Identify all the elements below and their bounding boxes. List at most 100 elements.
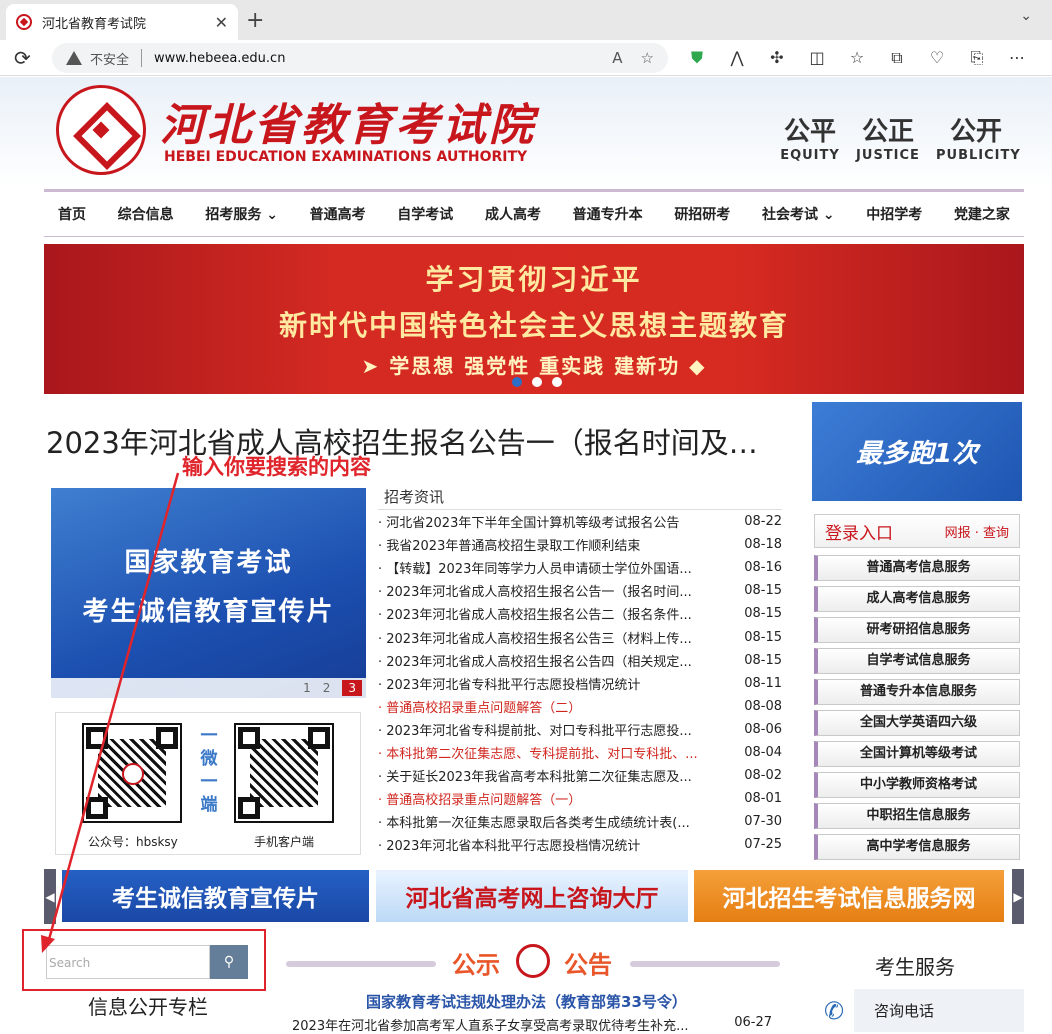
notice-right[interactable]: 公告	[564, 945, 612, 980]
nav-item[interactable]: 普通专升本	[573, 204, 643, 224]
carousel-dot[interactable]	[532, 377, 542, 387]
headline-link[interactable]: 2023年河北省成人高校招生报名公告一（报名时间及…	[46, 420, 776, 462]
hero-banner[interactable]: 学习贯彻习近平 新时代中国特色社会主义思想主题教育 ➤ 学思想 强党性 重实践 …	[44, 244, 1024, 394]
split-screen-icon[interactable]: ◫	[808, 48, 826, 68]
link-integrity-video[interactable]: 考生诚信教育宣传片	[62, 870, 369, 922]
nav-item[interactable]: 普通高考	[310, 204, 366, 224]
last-news-row[interactable]: 2023年在河北省参加高考军人直系子女享受高考录取优待考生补充... 06-27	[292, 1015, 772, 1034]
news-item[interactable]: · 普通高校招录重点问题解答（一） 08-01	[378, 787, 782, 810]
active-tab[interactable]: 河北省教育考试院 ✕	[6, 4, 238, 40]
news-item-title[interactable]: · 普通高校招录重点问题解答（一）	[378, 789, 718, 808]
service-button[interactable]: 普通高考信息服务	[814, 555, 1020, 581]
reload-icon[interactable]: ⟳	[14, 46, 31, 70]
news-item-title[interactable]: · 2023年河北省专科提前批、对口专科批平行志愿投...	[378, 720, 718, 739]
login-entry[interactable]: 登录入口 网报 · 查询	[814, 514, 1020, 548]
news-item-title[interactable]: · 2023年河北省本科批平行志愿投档情况统计	[378, 835, 718, 854]
news-item-title[interactable]: · 2023年河北省成人高校招生报名公告三（材料上传...	[378, 628, 718, 647]
link-consult-hall[interactable]: 河北省高考网上咨询大厅	[376, 870, 688, 922]
service-button[interactable]: 全国大学英语四六级	[814, 710, 1020, 736]
login-title[interactable]: 登录入口	[825, 519, 893, 544]
warning-icon[interactable]	[66, 51, 82, 65]
news-item-title[interactable]: · 普通高校招录重点问题解答（二）	[378, 697, 718, 716]
news-item[interactable]: · 关于延长2023年我省高考本科批第二次征集志愿及... 08-02	[378, 764, 782, 787]
news-item[interactable]: · 本科批第二次征集志愿、专科提前批、对口专科批、... 08-04	[378, 741, 782, 764]
news-item[interactable]: · 我省2023年普通高校招生录取工作顺利结束 08-18	[378, 533, 782, 556]
news-item[interactable]: · 河北省2023年下半年全国计算机等级考试报名公告 08-22	[378, 510, 782, 533]
omnibox[interactable]: 不安全 www.hebeea.edu.cn A ☆	[52, 43, 668, 73]
browser-essentials-icon[interactable]: ♡	[928, 48, 946, 68]
news-item[interactable]: · 2023年河北省专科批平行志愿投档情况统计 08-11	[378, 672, 782, 695]
nav-item[interactable]: 成人高考	[485, 204, 541, 224]
news-item[interactable]: · 2023年河北省成人高校招生报名公告二（报名条件... 08-15	[378, 602, 782, 625]
service-button[interactable]: 研考研招信息服务	[814, 617, 1020, 643]
nav-item[interactable]: 综合信息	[118, 204, 174, 224]
news-item-title[interactable]: · 2023年河北省专科批平行志愿投档情况统计	[378, 674, 718, 693]
share-icon[interactable]: ⎘	[968, 48, 986, 68]
nav-item[interactable]: 中招学考	[866, 204, 922, 224]
news-item[interactable]: · 普通高校招录重点问题解答（二） 08-08	[378, 695, 782, 718]
service-button[interactable]: 成人高考信息服务	[814, 586, 1020, 612]
news-item-title[interactable]: · 本科批第一次征集志愿录取后各类考生成绩统计表(...	[378, 812, 718, 831]
url-text[interactable]: www.hebeea.edu.cn	[154, 51, 594, 66]
collections-icon[interactable]: ⧉	[888, 48, 906, 68]
shield-icon[interactable]: ⛊	[688, 48, 706, 68]
nav-item[interactable]: 研招研考	[674, 204, 730, 224]
service-button[interactable]: 普通专升本信息服务	[814, 679, 1020, 705]
run-once-promo[interactable]: 最多跑1次	[812, 402, 1022, 501]
info-disclosure-title[interactable]: 信息公开专栏	[88, 991, 208, 1020]
news-item-title[interactable]: · 2023年河北省成人高校招生报名公告四（相关规定...	[378, 651, 718, 670]
news-item-title[interactable]: · 2023年河北省成人高校招生报名公告二（报名条件...	[378, 604, 718, 623]
promo-page-active[interactable]: 3	[342, 680, 362, 696]
close-tab-icon[interactable]: ✕	[215, 13, 228, 32]
promo-page[interactable]: 1	[303, 681, 311, 695]
nav-item[interactable]: 自学考试	[397, 204, 453, 224]
search-button[interactable]: ⚲	[210, 945, 248, 979]
news-item-title[interactable]: · 【转载】2023年同等学力人员申请硕士学位外国语...	[378, 558, 718, 577]
news-item-title[interactable]: · 本科批第二次征集志愿、专科提前批、对口专科批、...	[378, 743, 718, 762]
links-prev-icon[interactable]: ◀	[44, 869, 56, 924]
service-button[interactable]: 全国计算机等级考试	[814, 741, 1020, 767]
security-label[interactable]: 不安全	[90, 49, 129, 68]
carousel-dot[interactable]	[512, 377, 522, 387]
promo-page[interactable]: 2	[323, 681, 331, 695]
favorite-star-icon[interactable]: ☆	[641, 49, 654, 67]
news-section-title[interactable]: 招考资讯	[384, 486, 444, 507]
more-icon[interactable]: ⋯	[1008, 48, 1026, 68]
news-item[interactable]: · 2023年河北省成人高校招生报名公告一（报名时间... 08-15	[378, 579, 782, 602]
new-tab-icon[interactable]: +	[246, 8, 264, 33]
last-news-title[interactable]: 2023年在河北省参加高考军人直系子女享受高考录取优待考生补充...	[292, 1015, 688, 1034]
law-link[interactable]: 国家教育考试违规处理办法（教育部第33号令）	[366, 991, 687, 1012]
news-item[interactable]: · 本科批第一次征集志愿录取后各类考生成绩统计表(... 07-30	[378, 810, 782, 833]
news-item[interactable]: · 2023年河北省成人高校招生报名公告四（相关规定... 08-15	[378, 649, 782, 672]
news-item-title[interactable]: · 河北省2023年下半年全国计算机等级考试报名公告	[378, 512, 718, 531]
authority-logo-icon[interactable]	[56, 85, 146, 175]
copilot-icon[interactable]: ⋀	[728, 48, 746, 68]
nav-item[interactable]: 招考服务 ⌄	[205, 204, 278, 224]
news-item-title[interactable]: · 2023年河北省成人高校招生报名公告一（报名时间...	[378, 581, 718, 600]
favorites-icon[interactable]: ☆	[848, 48, 866, 68]
nav-item[interactable]: 党建之家	[954, 204, 1010, 224]
nav-item[interactable]: 社会考试 ⌄	[762, 204, 835, 224]
news-item-title[interactable]: · 我省2023年普通高校招生录取工作顺利结束	[378, 535, 718, 554]
service-button[interactable]: 自学考试信息服务	[814, 648, 1020, 674]
link-info-service[interactable]: 河北招生考试信息服务网	[694, 870, 1004, 922]
service-button[interactable]: 高中学考信息服务	[814, 834, 1020, 860]
search-input[interactable]: Search	[46, 945, 210, 979]
news-item[interactable]: · 2023年河北省专科提前批、对口专科批平行志愿投... 08-06	[378, 718, 782, 741]
login-sub[interactable]: 网报 · 查询	[945, 522, 1009, 541]
tab-list-chevron-icon[interactable]: ⌄	[1020, 8, 1032, 24]
read-aloud-icon[interactable]: A	[612, 49, 622, 67]
news-item[interactable]: · 2023年河北省本科批平行志愿投档情况统计 07-25	[378, 833, 782, 856]
nav-item[interactable]: 首页	[58, 204, 86, 224]
links-next-icon[interactable]: ▶	[1012, 869, 1024, 924]
extensions-icon[interactable]: ✣	[768, 48, 786, 68]
promo-video-slide[interactable]: 国家教育考试 考生诚信教育宣传片 1 2 3	[51, 488, 366, 698]
consult-phone-item[interactable]: ✆ 咨询电话	[814, 989, 1024, 1032]
carousel-dot[interactable]	[552, 377, 562, 387]
service-button[interactable]: 中职招生信息服务	[814, 803, 1020, 829]
news-item[interactable]: · 【转载】2023年同等学力人员申请硕士学位外国语... 08-16	[378, 556, 782, 579]
service-button[interactable]: 中小学教师资格考试	[814, 772, 1020, 798]
news-item-title[interactable]: · 关于延长2023年我省高考本科批第二次征集志愿及...	[378, 766, 718, 785]
news-item[interactable]: · 2023年河北省成人高校招生报名公告三（材料上传... 08-15	[378, 625, 782, 648]
notice-left[interactable]: 公示	[452, 945, 500, 980]
